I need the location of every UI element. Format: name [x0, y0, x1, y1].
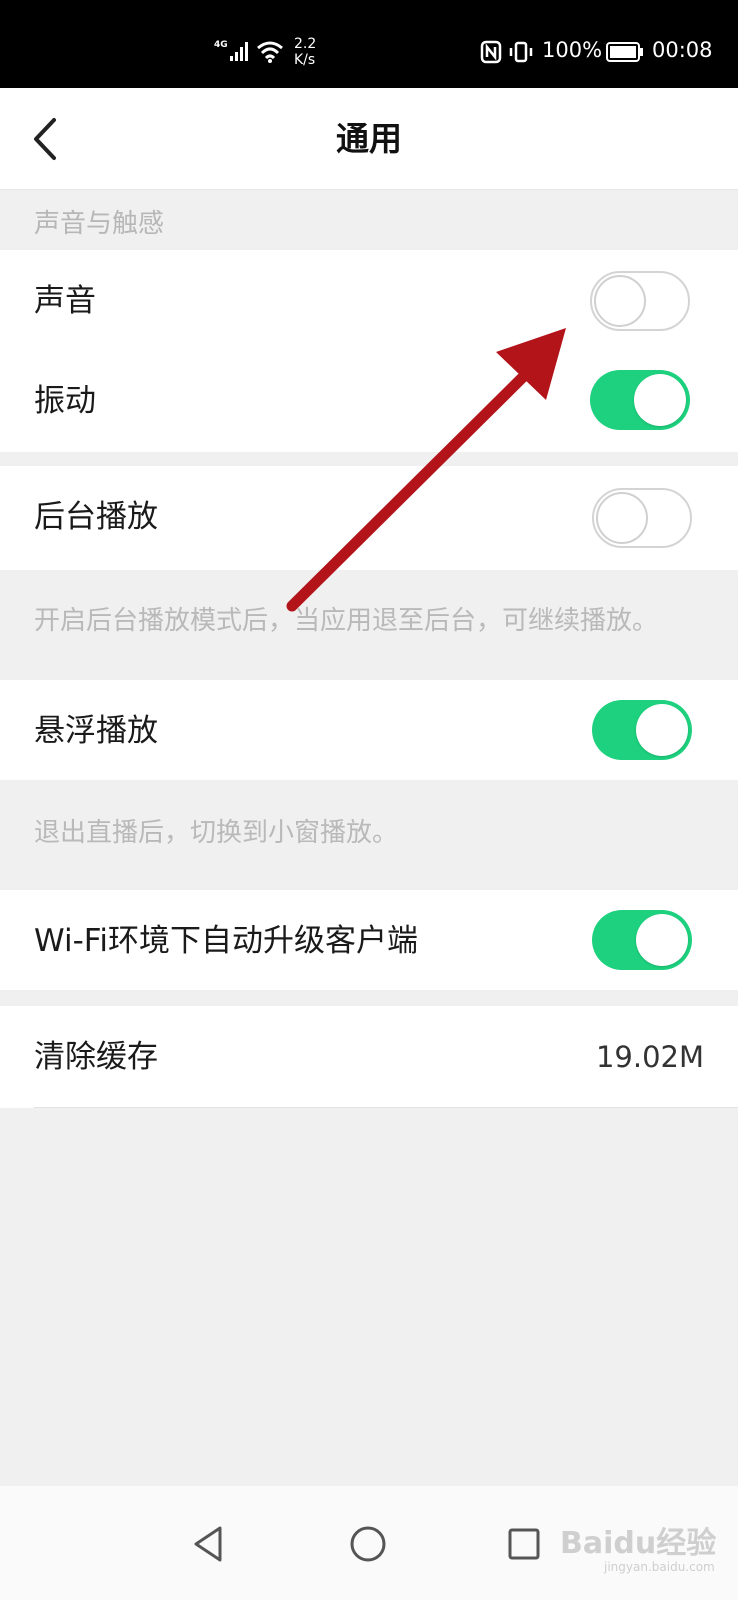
sound-row[interactable]: 声音: [0, 250, 738, 352]
floating-play-row[interactable]: 悬浮播放: [0, 680, 738, 782]
toggle-knob: [636, 914, 688, 966]
floating-play-description: 退出直播后，切换到小窗播放。: [34, 818, 399, 848]
baidu-watermark: Baidu经验 jingyan.baidu.com: [560, 1514, 730, 1574]
sound-label: 声音: [34, 283, 96, 319]
battery-percent: 100%: [542, 38, 603, 62]
floating-play-toggle[interactable]: [592, 700, 692, 760]
toggle-knob: [596, 492, 648, 544]
wifi-upgrade-label: Wi-Fi环境下自动升级客户端: [34, 923, 418, 959]
network-speed: 2.2 K/s: [294, 36, 316, 68]
sound-haptics-card: 声音 振动: [0, 250, 738, 452]
wifi-icon: [257, 41, 283, 63]
nfc-icon: [480, 40, 502, 64]
floating-play-label: 悬浮播放: [34, 713, 158, 749]
background-play-card: 后台播放: [0, 466, 738, 570]
background-play-toggle[interactable]: [592, 488, 692, 548]
home-circle-icon[interactable]: [346, 1522, 390, 1566]
vibrate-toggle[interactable]: [590, 370, 690, 430]
speed-value: 2.2: [294, 36, 317, 52]
divider: [34, 1107, 738, 1108]
battery-icon: [606, 42, 643, 62]
status-bar: 4G 2.2 K/s 100% 00:08: [0, 0, 738, 88]
back-triangle-icon[interactable]: [188, 1522, 232, 1566]
toggle-knob: [636, 704, 688, 756]
section-header-sound: 声音与触感: [34, 209, 165, 239]
vibrate-label: 振动: [34, 383, 96, 419]
background-play-row[interactable]: 后台播放: [0, 466, 738, 568]
wifi-upgrade-row[interactable]: Wi-Fi环境下自动升级客户端: [0, 890, 738, 992]
clear-cache-row[interactable]: 清除缓存 19.02M: [0, 1006, 738, 1108]
clock: 00:08: [652, 38, 713, 62]
clear-cache-label: 清除缓存: [34, 1039, 158, 1075]
recents-square-icon[interactable]: [502, 1522, 546, 1566]
system-nav-bar: Baidu经验 jingyan.baidu.com: [0, 1486, 738, 1600]
annotation-arrow-icon: [286, 328, 566, 612]
background-play-label: 后台播放: [34, 499, 158, 535]
network-type: 4G: [214, 40, 228, 50]
vibrate-row[interactable]: 振动: [0, 350, 738, 452]
vibrate-icon: [509, 41, 533, 63]
clear-cache-card: 清除缓存 19.02M: [0, 1006, 738, 1108]
sound-toggle[interactable]: [590, 271, 690, 331]
speed-unit: K/s: [294, 52, 316, 68]
page-title: 通用: [336, 119, 402, 158]
wifi-upgrade-card: Wi-Fi环境下自动升级客户端: [0, 890, 738, 990]
toggle-knob: [634, 374, 686, 426]
toggle-knob: [594, 275, 646, 327]
top-nav-bar: 通用: [0, 88, 738, 190]
background-play-description: 开启后台播放模式后，当应用退至后台，可继续播放。: [34, 606, 659, 636]
cache-size-value: 19.02M: [595, 1040, 704, 1074]
watermark-url: jingyan.baidu.com: [604, 1560, 715, 1574]
watermark-text: Baidu经验: [560, 1526, 717, 1561]
wifi-upgrade-toggle[interactable]: [592, 910, 692, 970]
floating-play-card: 悬浮播放: [0, 680, 738, 780]
back-chevron-icon[interactable]: [24, 112, 72, 166]
signal-icon: [230, 42, 248, 61]
